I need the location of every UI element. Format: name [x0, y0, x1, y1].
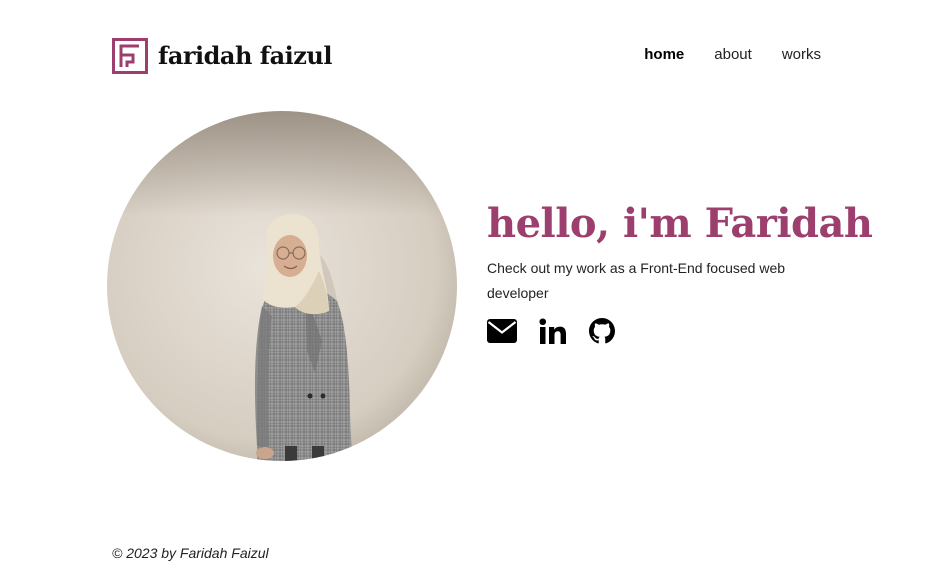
social-links	[487, 318, 827, 344]
nav-item-about[interactable]: about	[714, 45, 752, 65]
nav-item-home[interactable]: home	[644, 45, 684, 65]
github-link[interactable]	[589, 318, 615, 344]
linkedin-icon	[539, 318, 566, 344]
profile-photo-illustration	[107, 111, 457, 461]
hero-headline: hello, i'm Faridah	[487, 200, 873, 247]
footer-copyright: © 2023 by Faridah Faizul	[112, 545, 269, 561]
email-link[interactable]	[487, 319, 517, 343]
profile-photo	[107, 111, 457, 461]
logo-f-icon	[112, 38, 148, 74]
logo-link[interactable]: faridah faizul	[112, 38, 332, 74]
logo-text: faridah faizul	[158, 41, 332, 70]
linkedin-link[interactable]	[539, 318, 567, 344]
page: faridah faizul home about works hello, i…	[0, 0, 943, 586]
nav-item-works[interactable]: works	[782, 45, 821, 65]
main-nav: home about works	[644, 45, 821, 65]
hero-intro: hello, i'm Faridah Check out my work as …	[487, 196, 873, 344]
github-icon	[589, 318, 615, 344]
hero-tagline: Check out my work as a Front-End focused…	[487, 260, 786, 301]
envelope-icon	[487, 319, 517, 343]
